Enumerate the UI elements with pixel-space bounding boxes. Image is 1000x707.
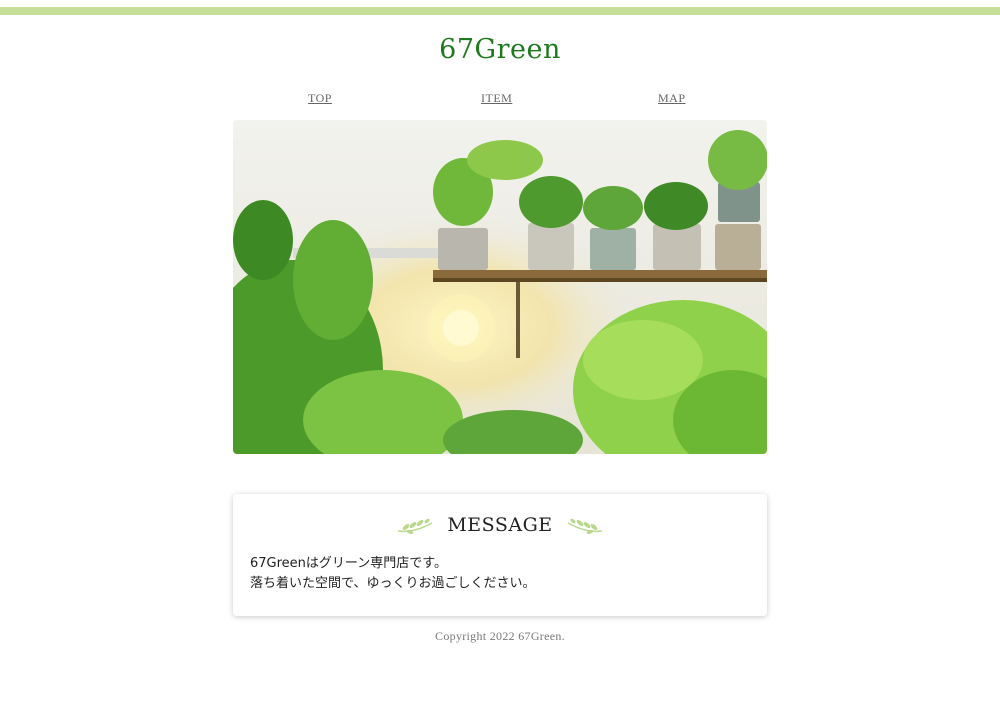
message-card: MESSAGE 67Greenはグリーン専門店です。 落ち着いた空間で、ゆっくり… bbox=[233, 494, 767, 616]
nav-link-item[interactable]: ITEM bbox=[481, 91, 512, 106]
message-body: 67Greenはグリーン専門店です。 落ち着いた空間で、ゆっくりお過ごしください… bbox=[250, 554, 535, 594]
leaf-sprig-icon bbox=[398, 518, 433, 534]
leaf-sprig-icon bbox=[567, 518, 602, 534]
message-heading: MESSAGE bbox=[233, 514, 767, 542]
nav-link-map[interactable]: MAP bbox=[658, 91, 686, 106]
message-heading-text: MESSAGE bbox=[447, 514, 553, 536]
hero-plants-photo bbox=[233, 120, 767, 454]
hero-image bbox=[233, 120, 767, 454]
message-line: 落ち着いた空間で、ゆっくりお過ごしください。 bbox=[250, 576, 536, 591]
message-line: 67Greenはグリーン専門店です。 bbox=[250, 556, 447, 571]
nav-link-top[interactable]: TOP bbox=[308, 91, 332, 106]
top-accent-bar bbox=[0, 7, 1000, 15]
main-nav: TOP ITEM MAP bbox=[233, 91, 767, 109]
site-title[interactable]: 67Green bbox=[0, 34, 1000, 65]
copyright: Copyright 2022 67Green. bbox=[435, 629, 565, 643]
